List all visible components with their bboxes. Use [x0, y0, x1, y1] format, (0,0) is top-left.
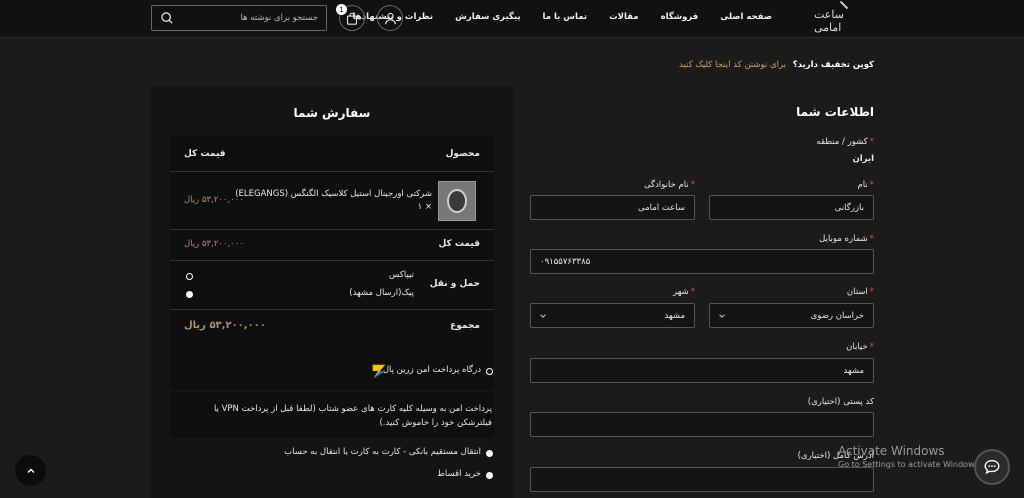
last-name-field[interactable]: ساعت امامی: [530, 195, 695, 220]
chat-bubble-icon: [984, 460, 1000, 475]
payment-radio-installment[interactable]: [486, 472, 493, 479]
state-select[interactable]: خراسان رضوی: [709, 303, 874, 328]
col-product-header: محصول: [445, 149, 480, 159]
order-review-panel: سفارش شما محصول قیمت کل شرکتی اورجینال ا…: [151, 86, 513, 498]
product-thumbnail[interactable]: [438, 181, 476, 221]
watch-face: [447, 189, 467, 213]
required-mark: *: [690, 287, 695, 297]
divider: [170, 309, 494, 310]
nav-contact[interactable]: تماس با ما: [543, 12, 588, 22]
payment-installment-label[interactable]: خرید اقساط: [437, 469, 481, 479]
product-name: شرکتی اورجینال استیل کلاسیک الگنگس (ELEG…: [235, 189, 432, 199]
payment-description: پرداخت امن به وسیله کلیه کارت های عضو شت…: [213, 404, 492, 428]
payment-radio-zarinpal[interactable]: [486, 368, 493, 375]
address-field[interactable]: [530, 467, 874, 492]
watermark-line1: Activate Windows: [838, 444, 945, 458]
shipping-radio-courier[interactable]: [186, 291, 193, 298]
site-header: ساعت امامی صفحه اصلی فروشگاه مقالات تماس…: [0, 0, 1024, 38]
coupon-link[interactable]: برای نوشتن کد اینجا کلیک کنید: [679, 60, 786, 70]
divider: [170, 171, 494, 172]
payment-transfer-label[interactable]: انتقال مستقیم بانکی - کارت به کارت یا ان…: [284, 447, 481, 457]
nav-articles[interactable]: مقالات: [609, 12, 638, 22]
shipping-option-courier[interactable]: پیک(ارسال مشهد): [349, 288, 414, 298]
postcode-label: کد پستی (اختیاری): [807, 397, 874, 407]
required-mark: *: [869, 234, 874, 244]
mobile-field[interactable]: ۰۹۱۵۵۷۶۳۳۸۵: [530, 249, 874, 274]
required-mark: *: [869, 287, 874, 297]
main-nav: صفحه اصلی فروشگاه مقالات تماس با ما پیگی…: [353, 12, 772, 22]
shipping-option-tipax[interactable]: تیپاکس: [389, 270, 414, 280]
watermark-line2: Go to Settings to activate Windows.: [838, 460, 982, 469]
payment-zarinpal-label[interactable]: درگاه پرداخت امن زرین پال: [383, 365, 481, 375]
total-value: ۵۳,۲۰۰,۰۰۰ ریال: [184, 320, 266, 331]
chevron-up-icon: [27, 468, 34, 473]
search-box: [151, 5, 327, 31]
product-price: ۵۳,۲۰۰,۰۰۰ ریال: [184, 195, 244, 205]
city-select[interactable]: مشهد: [530, 303, 695, 328]
required-mark: *: [690, 180, 695, 190]
shopping-bag-icon: [347, 12, 357, 25]
order-table: محصول قیمت کل شرکتی اورجینال استیل کلاسی…: [170, 136, 494, 390]
city-label: *شهر: [673, 287, 695, 297]
shipping-label: حمل و نقل: [429, 279, 480, 289]
chevron-down-icon: [719, 314, 725, 318]
postcode-field[interactable]: [530, 412, 874, 437]
city-value: مشهد: [664, 310, 685, 321]
search-icon[interactable]: [160, 11, 174, 25]
order-title: سفارش شما: [293, 106, 371, 120]
subtotal-label: قیمت کل: [438, 239, 480, 249]
site-logo[interactable]: ساعت امامی: [814, 0, 874, 34]
billing-title: اطلاعات شما: [796, 105, 874, 119]
country-value[interactable]: ایران: [852, 154, 874, 164]
country-label: *کشور / منطقه: [816, 137, 874, 147]
required-mark: *: [869, 180, 874, 190]
divider: [170, 260, 494, 261]
nav-home[interactable]: صفحه اصلی: [720, 12, 772, 22]
col-total-header: قیمت کل: [184, 149, 226, 159]
windows-activation-watermark: Activate Windows Go to Settings to activ…: [838, 444, 981, 469]
payment-radio-transfer[interactable]: [486, 450, 493, 457]
divider: [170, 229, 494, 230]
cart-count-badge: 1: [336, 4, 347, 15]
first-name-label: *نام: [857, 180, 874, 190]
back-to-top-button[interactable]: [15, 455, 46, 486]
total-label: مجموع: [450, 321, 480, 331]
mobile-label: *شماره موبایل: [819, 234, 874, 244]
state-value: خراسان رضوی: [810, 310, 864, 321]
logo-text: ساعت امامی: [814, 8, 844, 34]
last-name-label: *نام خانوادگی: [643, 180, 695, 190]
search-input[interactable]: [180, 13, 318, 23]
street-field[interactable]: مشهد: [530, 358, 874, 383]
product-qty: × ۱: [417, 202, 432, 212]
account-button[interactable]: [377, 5, 403, 31]
required-mark: *: [869, 342, 874, 352]
chat-button[interactable]: [974, 449, 1010, 485]
shipping-radio-tipax[interactable]: [186, 273, 193, 280]
zarinpal-logo-icon: [372, 364, 386, 379]
coupon-notice: کوپن تخفیف دارید؟ برای نوشتن کد اینجا کل…: [679, 60, 874, 70]
chevron-down-icon: [540, 314, 546, 318]
street-label: *خیابان: [846, 342, 874, 352]
coupon-question: کوپن تخفیف دارید؟: [792, 60, 874, 70]
subtotal-value: ۵۳,۲۰۰,۰۰۰ ریال: [184, 239, 244, 249]
required-mark: *: [869, 137, 874, 147]
first-name-field[interactable]: بازرگانی: [709, 195, 874, 220]
nav-shop[interactable]: فروشگاه: [661, 12, 699, 22]
nav-order-tracking[interactable]: پیگیری سفارش: [455, 12, 520, 22]
user-icon: [384, 12, 396, 24]
state-label: *استان: [846, 287, 874, 297]
